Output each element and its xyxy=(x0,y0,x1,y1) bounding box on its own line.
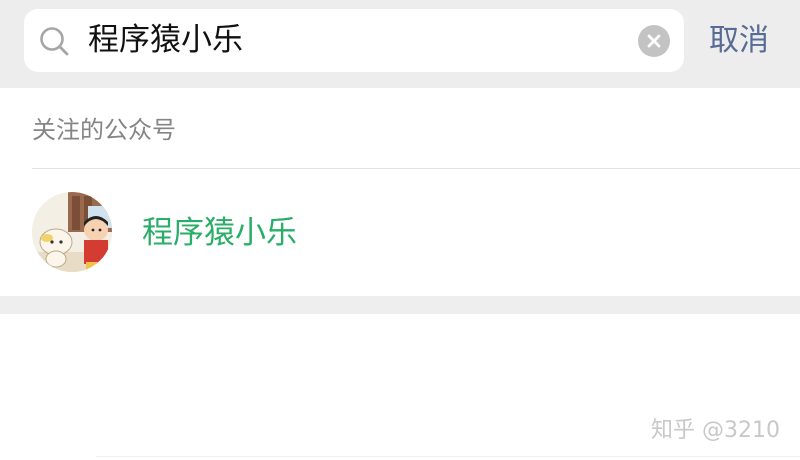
account-name: 程序猿小乐 xyxy=(142,215,297,251)
bottom-divider xyxy=(96,456,800,457)
list-item[interactable]: 程序猿小乐 xyxy=(0,169,800,295)
watermark: 知乎 @3210 xyxy=(651,418,780,443)
section-header: 关注的公众号 xyxy=(32,116,176,144)
search-input[interactable]: 程序猿小乐 xyxy=(88,9,243,72)
avatar xyxy=(32,192,112,272)
search-icon xyxy=(40,27,69,56)
search-bar: 程序猿小乐 取消 xyxy=(0,0,800,88)
cancel-button[interactable]: 取消 xyxy=(709,9,769,72)
section-gap xyxy=(0,296,800,314)
search-box[interactable]: 程序猿小乐 xyxy=(24,9,684,72)
clear-icon[interactable] xyxy=(638,25,670,57)
